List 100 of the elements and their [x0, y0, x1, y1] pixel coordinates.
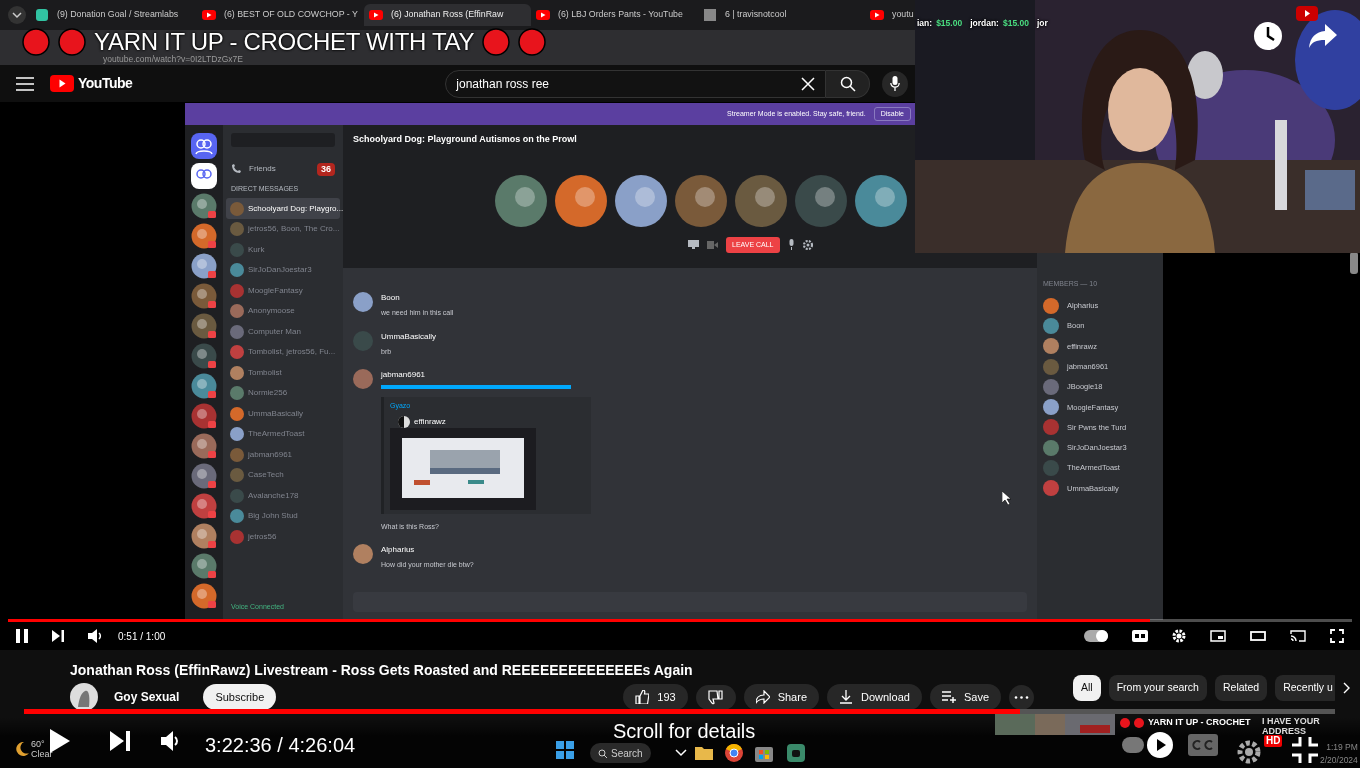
exit-fullscreen-icon[interactable] [1292, 737, 1318, 763]
store-icon[interactable] [755, 744, 773, 762]
browser-tab[interactable]: 6 | travisnotcool [698, 4, 865, 26]
more-button[interactable] [1009, 684, 1034, 710]
dm-item[interactable]: jabman6961 [226, 444, 340, 465]
browser-tab[interactable]: (6) BEST OF OLD COWCHOP - Y [197, 4, 364, 26]
home-icon[interactable] [191, 133, 217, 159]
share-icon[interactable] [1308, 23, 1338, 49]
channel-avatar-icon[interactable] [70, 683, 98, 711]
browser-tab[interactable]: (6) LBJ Orders Pants - YouTube [531, 4, 698, 26]
stream-title: YARN IT UP - CROCHET WITH TAY [94, 30, 475, 54]
screen-share-icon[interactable] [688, 240, 699, 250]
microphone-icon[interactable] [787, 239, 795, 251]
server-icon[interactable] [191, 433, 217, 459]
browser-icon[interactable] [725, 744, 743, 762]
dm-item[interactable]: SirJoDanJoestar3 [226, 259, 340, 281]
avatar-icon [230, 304, 244, 319]
subscribe-button[interactable]: Subscribe [203, 683, 277, 711]
folder-icon[interactable] [695, 745, 713, 760]
browser-tab[interactable]: youtu [865, 4, 915, 26]
app-icon[interactable] [787, 744, 805, 762]
clear-icon[interactable] [801, 76, 816, 91]
dm-item[interactable]: jetros56 [226, 526, 340, 547]
settings-icon[interactable] [802, 239, 813, 250]
dm-item[interactable]: TheArmedToast [226, 423, 340, 445]
voice-search-button[interactable] [882, 70, 909, 97]
logo-text[interactable]: YouTube [78, 73, 133, 94]
pause-icon[interactable] [16, 629, 28, 643]
captions-icon[interactable] [1132, 630, 1148, 642]
menu-icon[interactable] [16, 76, 34, 91]
channel-name[interactable]: Goy Sexual [114, 688, 180, 706]
clock-icon[interactable] [1253, 21, 1283, 51]
live-dot-icon [1120, 717, 1130, 728]
friends-icon[interactable] [191, 163, 217, 189]
server-icon[interactable] [191, 313, 217, 339]
server-icon[interactable] [191, 223, 217, 249]
filter-chip[interactable]: All [1073, 675, 1101, 701]
start-icon[interactable] [556, 741, 574, 759]
dm-item[interactable]: Normie256 [226, 382, 340, 404]
browser-tab[interactable]: (9) Donation Goal / Streamlabs [30, 4, 197, 26]
save-button[interactable]: Save [929, 683, 1001, 711]
dm-item[interactable]: Anonymoose [226, 300, 340, 322]
browser-tab[interactable]: (6) Jonathan Ross (EffinRaw [364, 4, 531, 26]
donation-amount: $15.00 [936, 17, 963, 30]
autoplay-toggle[interactable] [1122, 737, 1144, 753]
miniplayer-icon[interactable] [1210, 630, 1226, 642]
server-icon[interactable] [191, 463, 217, 489]
next-video-title: YARN IT UP - CROCHET [1148, 716, 1251, 729]
theater-mode-icon[interactable] [1250, 631, 1266, 641]
volume-icon[interactable] [88, 629, 102, 643]
avatar-icon [615, 174, 667, 227]
filter-chip[interactable]: From your search [1108, 675, 1207, 701]
dm-item[interactable]: Tombolist [226, 362, 340, 383]
server-icon[interactable] [191, 553, 217, 579]
like-button[interactable]: 193 [623, 683, 688, 711]
scrollbar-thumb[interactable] [1350, 252, 1358, 274]
dropdown-icon[interactable] [8, 6, 26, 24]
microphone-icon [890, 76, 901, 91]
dislike-button[interactable] [695, 684, 736, 710]
dm-item[interactable]: MoogleFantasy [226, 280, 340, 301]
camera-icon[interactable] [707, 240, 718, 249]
server-icon[interactable] [191, 193, 217, 219]
volume-icon[interactable] [161, 731, 181, 751]
server-icon[interactable] [191, 493, 217, 519]
share-button[interactable]: Share [743, 683, 819, 711]
share-icon [755, 690, 770, 704]
filter-chip[interactable]: Related [1214, 675, 1268, 701]
settings-icon[interactable] [1236, 739, 1262, 765]
server-icon[interactable] [191, 373, 217, 399]
search-button[interactable] [826, 69, 871, 98]
download-button[interactable]: Download [827, 683, 922, 711]
server-icon[interactable] [191, 403, 217, 429]
thumbnail-caption: I HAVE YOUR ADDRESS [1262, 717, 1321, 736]
autoplay-toggle[interactable] [1084, 630, 1108, 642]
dm-item[interactable]: UmmaBasically [226, 403, 340, 424]
cast-icon[interactable] [1290, 630, 1306, 642]
dm-item[interactable]: Avalanche178 [226, 485, 340, 506]
filter-chip[interactable]: Recently u [1275, 675, 1335, 701]
dm-item[interactable]: Computer Man [226, 321, 340, 342]
server-icon[interactable] [191, 343, 217, 369]
friends-item[interactable]: Friends 36 [223, 163, 343, 176]
address-text[interactable]: youtube.com/watch?v=0I2LTDzGx7E [103, 55, 243, 65]
next-icon[interactable] [110, 731, 130, 751]
server-icon[interactable] [191, 583, 217, 609]
chevron-right-icon[interactable] [1343, 682, 1351, 694]
live-dot-icon [22, 28, 50, 56]
chevron-down-icon[interactable] [675, 749, 687, 757]
search-field[interactable]: jonathan ross ree [445, 69, 827, 98]
fullscreen-icon[interactable] [1330, 629, 1344, 643]
play-icon[interactable] [1147, 732, 1173, 758]
dm-item[interactable]: Tombolist, jetros56, Fu... [226, 341, 340, 363]
next-icon[interactable] [52, 630, 64, 642]
server-icon[interactable] [191, 523, 217, 549]
dm-item[interactable]: Big John Stud [226, 505, 340, 527]
dm-item[interactable]: Kurk [226, 239, 340, 260]
server-icon[interactable] [191, 283, 217, 309]
dm-item[interactable]: jetros56, Boon, The Cro... [226, 218, 340, 240]
taskbar-search[interactable]: Search [590, 743, 651, 763]
server-icon[interactable] [191, 253, 217, 279]
dm-item[interactable]: CaseTech [226, 464, 340, 486]
